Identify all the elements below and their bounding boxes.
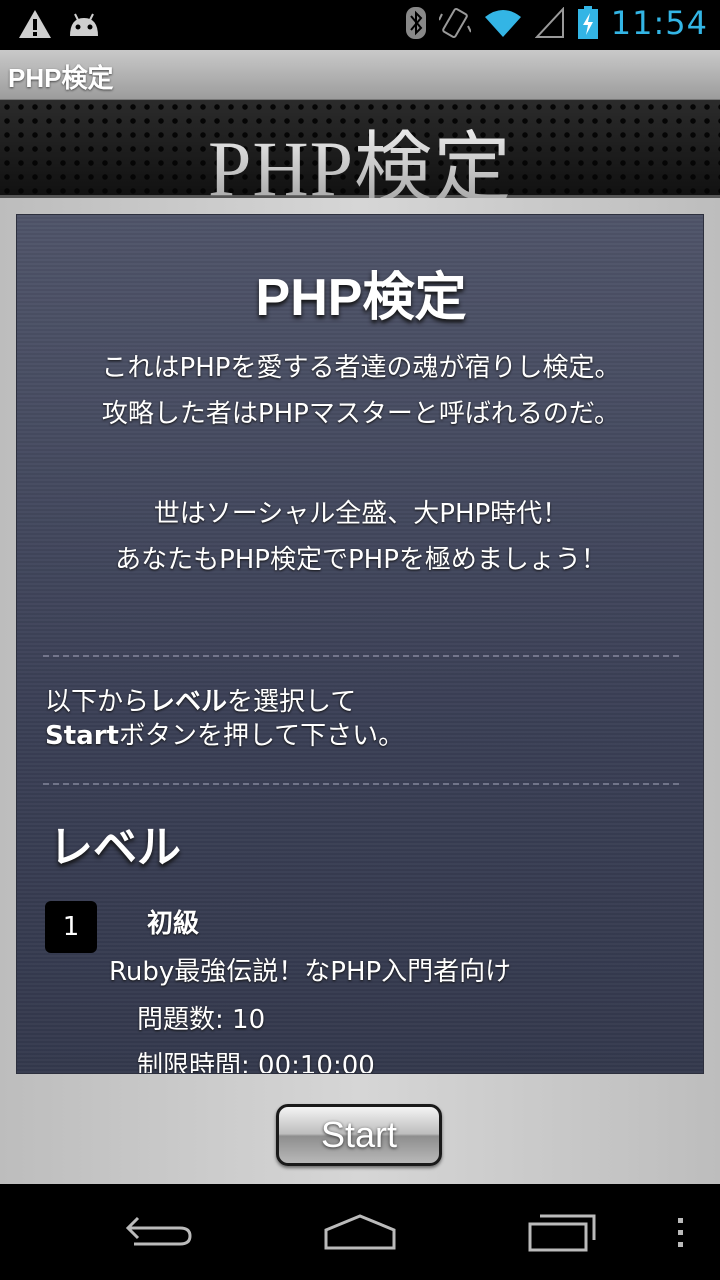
divider <box>43 655 679 657</box>
level-question-count: 問題数: 10 <box>137 1005 266 1035</box>
intro-line: あなたもPHP検定でPHPを極めましょう！ <box>115 545 607 575</box>
bluetooth-icon <box>405 7 426 39</box>
intro-line: 世はソーシャル全盛、大PHP時代！ <box>153 499 569 529</box>
level-description: Ruby最強伝説！なPHP入門者向け <box>109 957 512 987</box>
home-icon[interactable] <box>322 1212 398 1252</box>
instruction-part: 以下から <box>45 687 150 717</box>
menu-icon[interactable] <box>672 1212 688 1252</box>
app-title-bar: PHP検定 <box>0 50 720 100</box>
android-debug-icon <box>70 13 98 36</box>
level-number-badge[interactable]: 1 <box>45 901 97 953</box>
instruction-part: ボタンを押して下さい。 <box>118 721 405 751</box>
instruction-emphasis: レベル <box>149 687 228 717</box>
instruction-text: 以下からレベルを選択して Startボタンを押して下さい。 <box>45 685 404 753</box>
nav-bar <box>0 1184 720 1280</box>
instruction-emphasis: Start <box>45 721 119 751</box>
header-banner: PHP検定 <box>0 100 720 212</box>
status-bar: 11:54 <box>0 0 720 50</box>
vibrate-icon <box>438 7 471 39</box>
main-frame: PHP検定 これはPHPを愛する者達の魂が宿りし検定。 攻略した者はPHPマスタ… <box>0 198 720 1184</box>
signal-icon <box>534 7 564 38</box>
start-button[interactable]: Start <box>276 1104 442 1166</box>
level-name[interactable]: 初級 <box>147 903 199 940</box>
wifi-icon <box>484 10 521 37</box>
level-time-limit: 制限時間: 00:10:00 <box>137 1051 375 1074</box>
clock: 11:54 <box>610 4 708 42</box>
recent-apps-icon[interactable] <box>526 1212 598 1252</box>
intro-line: これはPHPを愛する者達の魂が宿りし検定。 <box>101 353 621 383</box>
instruction-part: を選択して <box>227 687 357 717</box>
level-heading: レベル <box>49 822 181 873</box>
content-panel[interactable]: PHP検定 これはPHPを愛する者達の魂が宿りし検定。 攻略した者はPHPマスタ… <box>16 214 704 1074</box>
warning-icon <box>19 10 51 38</box>
back-icon[interactable] <box>124 1212 196 1252</box>
app-title: PHP検定 <box>8 63 114 93</box>
battery-charging-icon <box>577 6 598 39</box>
intro-line: 攻略した者はPHPマスターと呼ばれるのだ。 <box>101 399 621 429</box>
panel-title: PHP検定 <box>255 269 467 327</box>
divider <box>43 783 679 785</box>
